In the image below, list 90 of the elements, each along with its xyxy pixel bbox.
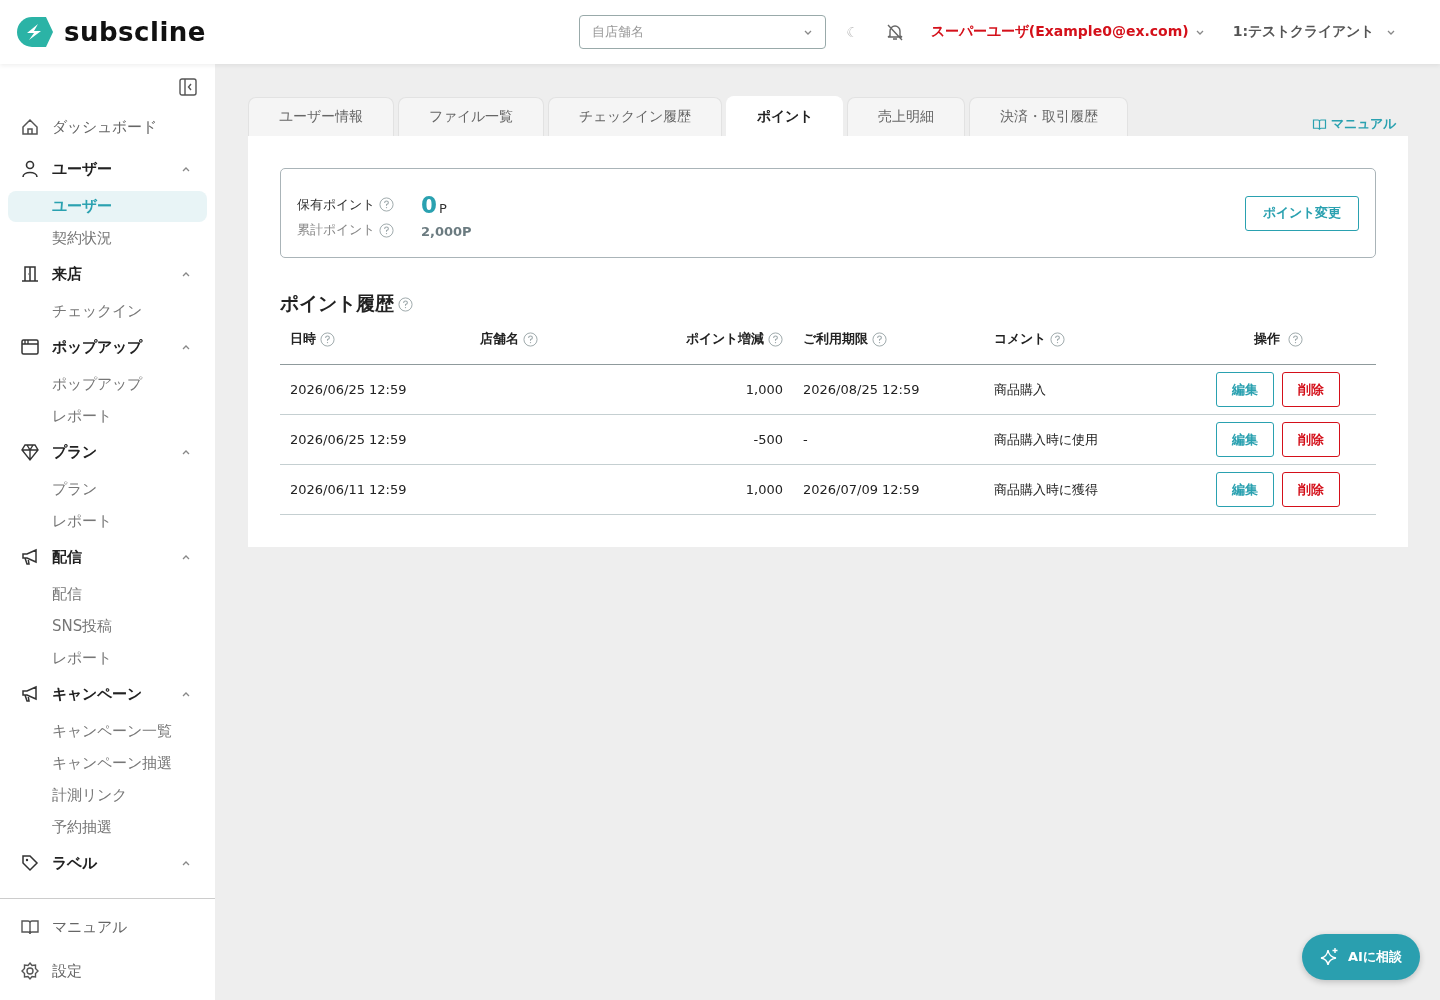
sidebar-item[interactable]: 設定 [8, 956, 207, 986]
edit-button[interactable]: 編集 [1216, 472, 1274, 507]
column-header: コメント [994, 330, 1046, 348]
table-cell: 2026/06/25 12:59 [290, 432, 407, 447]
sidebar-group[interactable]: ポップアップ [8, 333, 207, 362]
sparkle-icon [1320, 947, 1341, 967]
window-icon [20, 337, 40, 358]
logo-icon [16, 16, 54, 48]
change-points-button[interactable]: ポイント変更 [1245, 195, 1359, 231]
sidebar-group[interactable]: ユーザー [8, 155, 207, 184]
tab[interactable]: 決済・取引履歴 [969, 97, 1128, 136]
sidebar-group[interactable]: 配信 [8, 543, 207, 572]
sidebar-group[interactable]: ラベル [8, 849, 207, 878]
door-icon [20, 264, 40, 285]
edit-button[interactable]: 編集 [1216, 372, 1274, 407]
sidebar-item[interactable]: マニュアル [8, 912, 207, 942]
tab[interactable]: 売上明細 [847, 97, 965, 136]
tab[interactable]: ユーザー情報 [248, 97, 394, 136]
sidebar-item[interactable]: 配信 [8, 579, 207, 611]
table-cell: 2026/08/25 12:59 [803, 382, 920, 397]
sidebar-item[interactable]: SNS投稿 [8, 611, 207, 643]
total-points-label: 累計ポイント [297, 221, 375, 239]
tag-icon [20, 853, 40, 874]
delete-button[interactable]: 削除 [1282, 472, 1340, 507]
table-cell: 商品購入 [994, 380, 1046, 399]
help-icon [398, 296, 413, 312]
sidebar-item[interactable]: レポート [8, 643, 207, 675]
column-header: ポイント増減 [686, 330, 764, 348]
help-icon [379, 197, 394, 212]
store-select[interactable]: 自店舗名 [579, 15, 827, 49]
sidebar-item[interactable]: ダッシュボード [8, 113, 207, 142]
column-header: 店舗名 [480, 330, 519, 348]
tab[interactable]: ファイル一覧 [398, 97, 544, 136]
sidebar-item[interactable]: 予約抽選 [8, 812, 207, 844]
table-cell: 2026/07/09 12:59 [803, 482, 920, 497]
book-icon [20, 917, 40, 937]
sidebar-group[interactable]: キャンペーン [8, 680, 207, 709]
tab[interactable]: チェックイン履歴 [548, 97, 722, 136]
sidebar-item[interactable]: プラン [8, 474, 207, 506]
sidebar-item[interactable]: ポップアップ [8, 369, 207, 401]
sidebar-item[interactable]: 契約状況 [8, 223, 207, 255]
sidebar-item[interactable]: 計測リンク [8, 780, 207, 812]
table-cell: -500 [753, 432, 783, 447]
house-icon [20, 117, 40, 138]
column-header: ご利用期限 [803, 330, 868, 348]
held-points-label: 保有ポイント [297, 195, 375, 214]
diamond-icon [20, 442, 40, 463]
logo-text: subscline [64, 17, 206, 47]
delete-button[interactable]: 削除 [1282, 372, 1340, 407]
sidebar-item[interactable]: キャンペーン一覧 [8, 716, 207, 748]
megaphone-icon [20, 684, 40, 705]
help-icon [872, 331, 887, 347]
tab[interactable]: ポイント [726, 96, 843, 136]
table-cell: - [803, 432, 808, 447]
sidebar-item[interactable]: キャンペーン抽選 [8, 748, 207, 780]
section-title: ポイント履歴 [280, 291, 394, 316]
manual-link[interactable]: マニュアル [1312, 115, 1396, 133]
table-cell: 1,000 [745, 482, 783, 497]
ai-chat-button[interactable]: AIに相談 [1302, 934, 1420, 980]
table-cell: 2026/06/11 12:59 [290, 482, 407, 497]
points-unit: P [439, 200, 447, 216]
collapse-sidebar-icon[interactable] [179, 78, 197, 96]
help-icon [1287, 331, 1303, 347]
user-menu[interactable]: スーパーユーザ(Example0@ex.com) [930, 23, 1205, 41]
sidebar-item[interactable]: レポート [8, 401, 207, 433]
table-cell: 1,000 [745, 382, 783, 397]
edit-button[interactable]: 編集 [1216, 422, 1274, 457]
sidebar-item[interactable]: チェックイン [8, 296, 207, 328]
book-icon [1312, 116, 1327, 132]
column-header: 日時 [290, 330, 316, 348]
sidebar-item[interactable]: レポート [8, 506, 207, 538]
gear-icon [20, 961, 40, 981]
sidebar-group[interactable]: プラン [8, 438, 207, 467]
held-points-value: 0 [421, 191, 437, 218]
table-cell: 商品購入時に獲得 [994, 480, 1098, 499]
total-points-value: 2,000P [421, 223, 472, 239]
help-icon [768, 331, 783, 347]
sidebar-group[interactable]: 来店 [8, 260, 207, 289]
help-icon [523, 331, 538, 347]
table-cell: 商品購入時に使用 [994, 430, 1098, 449]
person-icon [20, 159, 40, 180]
help-icon [379, 222, 394, 238]
sidebar-item[interactable]: ユーザー [8, 191, 207, 223]
megaphone-icon [20, 547, 40, 568]
table-cell: 2026/06/25 12:59 [290, 382, 407, 397]
client-menu[interactable]: 1:テストクライアント [1232, 23, 1396, 41]
help-icon [320, 331, 335, 347]
help-icon [1050, 331, 1065, 347]
delete-button[interactable]: 削除 [1282, 422, 1340, 457]
column-header: 操作 [1253, 330, 1280, 348]
